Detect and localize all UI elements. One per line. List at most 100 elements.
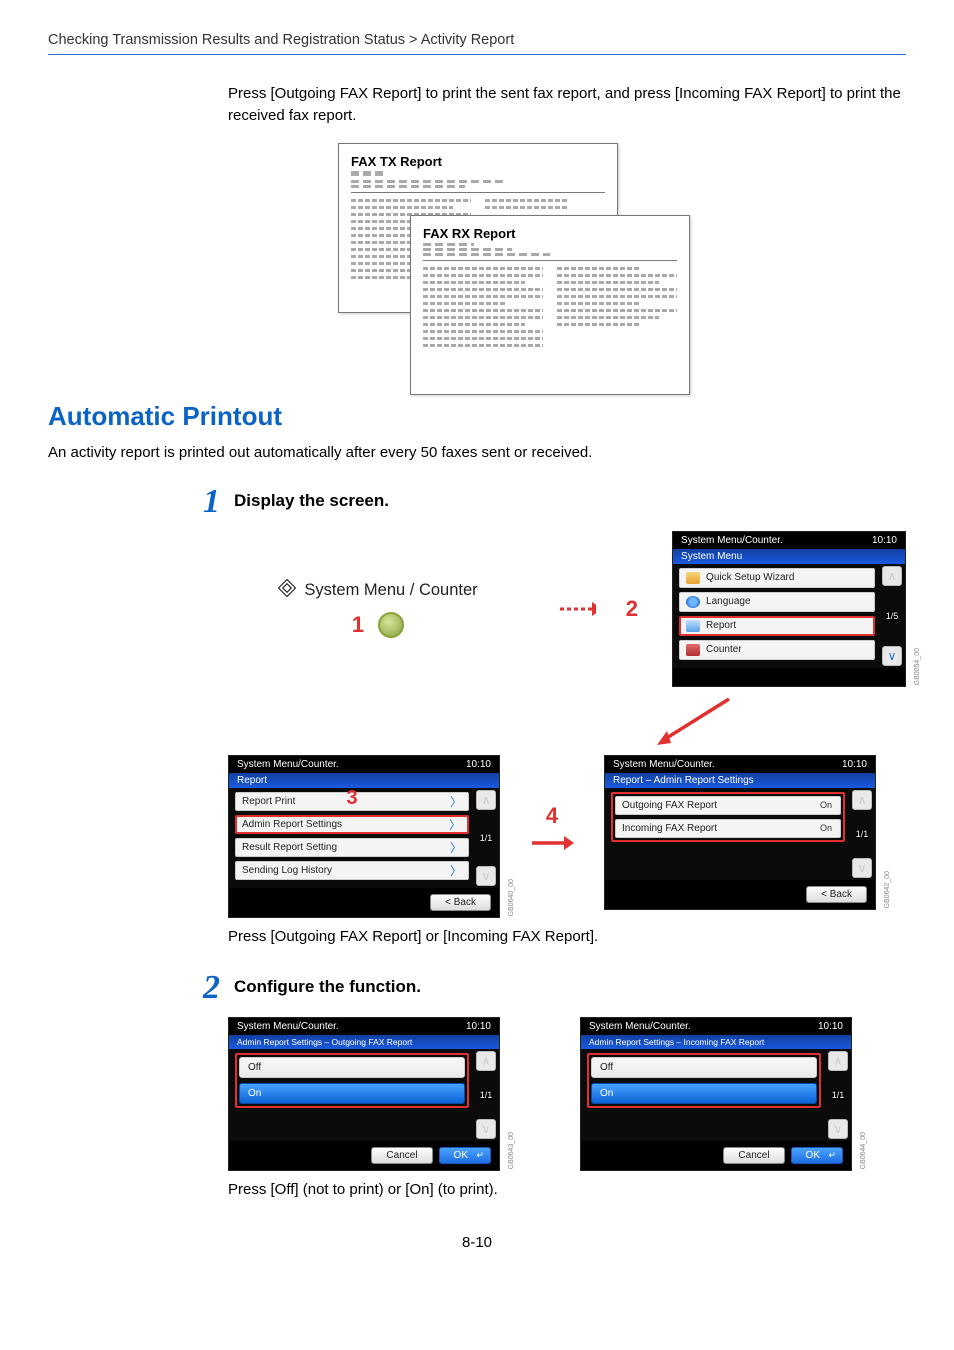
- panel-strip: Report: [229, 773, 499, 788]
- scroll-up-icon[interactable]: ∧: [828, 1051, 848, 1071]
- step-label: Configure the function.: [234, 971, 421, 1005]
- scroll-down-icon[interactable]: ∨: [882, 646, 902, 666]
- chevron-right-icon: 〉: [450, 862, 462, 879]
- wizard-icon: [686, 572, 700, 584]
- panel-header: System Menu/Counter.: [589, 1021, 691, 1032]
- state-label: On: [820, 823, 832, 833]
- page-indicator: 1/1: [856, 829, 869, 839]
- panel-strip: System Menu: [673, 549, 905, 564]
- ok-button[interactable]: OK: [439, 1147, 491, 1164]
- step-number-icon: 2: [188, 971, 220, 1005]
- callout-4: 4: [546, 803, 558, 829]
- scroll-up-icon[interactable]: ∧: [882, 566, 902, 586]
- ok-button[interactable]: OK: [791, 1147, 843, 1164]
- scroll-bar[interactable]: ∧ 1/1 ∨: [475, 790, 497, 886]
- step2-caption: Press [Off] (not to print) or [On] (to p…: [228, 1181, 906, 1198]
- scroll-down-icon[interactable]: ∨: [476, 1119, 496, 1139]
- menu-item-quick-setup[interactable]: Quick Setup Wizard: [679, 568, 875, 588]
- highlight-box: Off On: [587, 1053, 821, 1108]
- hw-label-text: System Menu / Counter: [304, 581, 477, 600]
- scroll-up-icon[interactable]: ∧: [852, 790, 872, 810]
- globe-icon: [686, 596, 700, 608]
- menu-item-sending-log-history[interactable]: Sending Log History〉: [235, 861, 469, 880]
- scroll-bar[interactable]: ∧ 1/1 ∨: [827, 1051, 849, 1139]
- option-off[interactable]: Off: [591, 1057, 817, 1078]
- option-on[interactable]: On: [239, 1083, 465, 1104]
- panel-time: 10:10: [818, 1021, 843, 1032]
- panel-time: 10:10: [842, 759, 867, 770]
- page-number: 8-10: [48, 1234, 906, 1251]
- panel-time: 10:10: [466, 1021, 491, 1032]
- scroll-up-icon[interactable]: ∧: [476, 790, 496, 810]
- back-button[interactable]: < Back: [806, 886, 867, 903]
- scroll-up-icon[interactable]: ∧: [476, 1051, 496, 1071]
- panel-time: 10:10: [466, 759, 491, 770]
- scroll-bar[interactable]: ∧ 1/1 ∨: [475, 1051, 497, 1139]
- figure-code: GB0644_00: [860, 1132, 867, 1169]
- highlight-box: Off On: [235, 1053, 469, 1108]
- report-icon: [686, 620, 700, 632]
- incoming-fax-report-config-panel: System Menu/Counter. 10:10 Admin Report …: [580, 1017, 852, 1171]
- fax-tx-title: FAX TX Report: [351, 154, 605, 169]
- step-label: Display the screen.: [234, 485, 389, 519]
- step-number-icon: 1: [188, 485, 220, 519]
- chevron-right-icon: 〉: [450, 793, 462, 810]
- scroll-bar[interactable]: ∧ 1/1 ∨: [851, 790, 873, 878]
- page-indicator: 1/1: [480, 1090, 493, 1100]
- panel-strip: Report – Admin Report Settings: [605, 773, 875, 788]
- chevron-right-icon: 〉: [450, 839, 462, 856]
- callout-3: 3: [346, 787, 357, 810]
- figure-code: GB0054_00: [914, 648, 921, 685]
- menu-item-report-print[interactable]: Report Print 3 〉: [235, 792, 469, 811]
- diamond-icon: [278, 579, 296, 602]
- panel-strip: Admin Report Settings – Incoming FAX Rep…: [581, 1035, 851, 1049]
- menu-item-result-report-setting[interactable]: Result Report Setting〉: [235, 838, 469, 857]
- report-menu-panel: System Menu/Counter. 10:10 Report Report…: [228, 755, 500, 918]
- system-menu-hardware-label: System Menu / Counter: [278, 579, 477, 602]
- menu-item-counter[interactable]: Counter: [679, 640, 875, 660]
- system-menu-panel: System Menu/Counter. 10:10 System Menu Q…: [672, 531, 906, 687]
- step-2-header: 2 Configure the function.: [188, 971, 906, 1005]
- cancel-button[interactable]: Cancel: [371, 1147, 432, 1164]
- figure-code: GB0643_00: [508, 1132, 515, 1169]
- callout-2: 2: [626, 596, 638, 622]
- section-title: Automatic Printout: [48, 401, 906, 432]
- fax-rx-title: FAX RX Report: [423, 226, 677, 241]
- section-body: An activity report is printed out automa…: [48, 444, 906, 461]
- menu-item-admin-report-settings[interactable]: Admin Report Settings〉: [235, 815, 469, 834]
- option-on[interactable]: On: [591, 1083, 817, 1104]
- fax-rx-report-doc: FAX RX Report: [410, 215, 690, 395]
- panel-header: System Menu/Counter.: [237, 1021, 339, 1032]
- scroll-down-icon[interactable]: ∨: [852, 858, 872, 878]
- menu-item-report[interactable]: Report: [679, 616, 875, 636]
- header-rule: [48, 54, 906, 55]
- scroll-bar[interactable]: ∧ 1/5 ∨: [881, 566, 903, 666]
- option-off[interactable]: Off: [239, 1057, 465, 1078]
- admin-report-settings-panel: System Menu/Counter. 10:10 Report – Admi…: [604, 755, 876, 910]
- chevron-right-icon: 〉: [449, 816, 461, 833]
- page-indicator: 1/1: [832, 1090, 845, 1100]
- step-1-header: 1 Display the screen.: [188, 485, 906, 519]
- system-menu-button[interactable]: [378, 612, 404, 638]
- panel-header: System Menu/Counter.: [681, 535, 783, 546]
- page-indicator: 1/5: [886, 611, 899, 621]
- step1-caption: Press [Outgoing FAX Report] or [Incoming…: [228, 928, 906, 945]
- back-button[interactable]: < Back: [430, 894, 491, 911]
- outgoing-fax-report-config-panel: System Menu/Counter. 10:10 Admin Report …: [228, 1017, 500, 1171]
- panel-header: System Menu/Counter.: [613, 759, 715, 770]
- intro-text: Press [Outgoing FAX Report] to print the…: [228, 83, 906, 127]
- menu-item-incoming-fax-report[interactable]: Incoming FAX ReportOn: [615, 819, 841, 838]
- cancel-button[interactable]: Cancel: [723, 1147, 784, 1164]
- panel-header: System Menu/Counter.: [237, 759, 339, 770]
- menu-item-outgoing-fax-report[interactable]: Outgoing FAX ReportOn: [615, 796, 841, 815]
- callout-1: 1: [352, 612, 364, 638]
- panel-strip: Admin Report Settings – Outgoing FAX Rep…: [229, 1035, 499, 1049]
- scroll-down-icon[interactable]: ∨: [828, 1119, 848, 1139]
- menu-item-language[interactable]: Language: [679, 592, 875, 612]
- panel-time: 10:10: [872, 535, 897, 546]
- scroll-down-icon[interactable]: ∨: [476, 866, 496, 886]
- arrow-diagonal-icon: [647, 693, 737, 753]
- figure-code: GB0640_00: [508, 879, 515, 916]
- figure-code: GB0642_00: [884, 871, 891, 908]
- breadcrumb: Checking Transmission Results and Regist…: [48, 32, 906, 48]
